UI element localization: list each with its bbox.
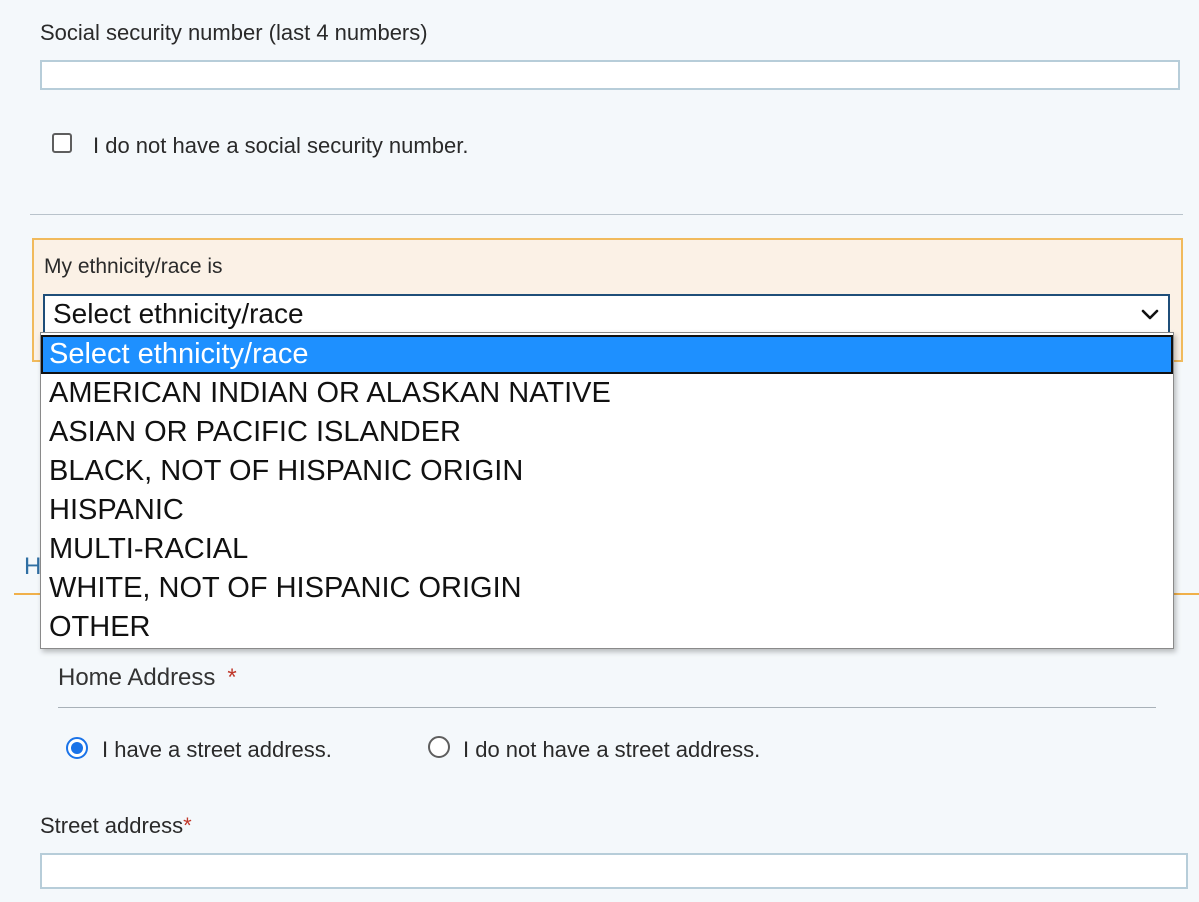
home-address-label: Home Address * — [58, 664, 237, 692]
dropdown-option[interactable]: BLACK, NOT OF HISPANIC ORIGIN — [41, 452, 1173, 491]
ethnicity-select-value: Select ethnicity/race — [53, 298, 304, 329]
dropdown-option[interactable]: ASIAN OR PACIFIC ISLANDER — [41, 413, 1173, 452]
required-marker: * — [183, 813, 192, 838]
ethnicity-select[interactable]: Select ethnicity/race — [43, 294, 1170, 334]
no-ssn-checkbox[interactable] — [52, 133, 72, 153]
dropdown-option[interactable]: AMERICAN INDIAN OR ALASKAN NATIVE — [41, 374, 1173, 413]
ssn-label: Social security number (last 4 numbers) — [40, 20, 428, 45]
dropdown-option[interactable]: WHITE, NOT OF HISPANIC ORIGIN — [41, 569, 1173, 608]
no-street-address-radio[interactable] — [428, 736, 450, 758]
required-marker: * — [227, 664, 237, 691]
street-address-input[interactable] — [40, 853, 1188, 889]
street-address-radio[interactable] — [66, 737, 88, 759]
ethnicity-dropdown-list: Select ethnicity/race AMERICAN INDIAN OR… — [40, 332, 1174, 649]
ethnicity-label: My ethnicity/race is — [44, 255, 223, 278]
no-ssn-label: I do not have a social security number. — [93, 133, 469, 158]
dropdown-option[interactable]: Select ethnicity/race — [41, 335, 1173, 374]
street-address-label-text: Street address — [40, 813, 184, 838]
section-divider — [30, 214, 1183, 215]
no-street-address-radio-label: I do not have a street address. — [463, 737, 761, 762]
street-address-label: Street address* — [40, 813, 192, 839]
dropdown-option[interactable]: OTHER — [41, 608, 1173, 647]
ssn-input[interactable] — [40, 60, 1180, 90]
home-address-label-text: Home Address — [58, 664, 216, 691]
dropdown-option[interactable]: MULTI-RACIAL — [41, 530, 1173, 569]
chevron-down-icon — [1141, 309, 1159, 320]
home-address-divider — [58, 707, 1156, 708]
street-address-radio-label: I have a street address. — [102, 737, 332, 762]
section-heading-partial: H — [24, 553, 42, 580]
dropdown-option[interactable]: HISPANIC — [41, 491, 1173, 530]
registration-form: Social security number (last 4 numbers) … — [0, 0, 1199, 902]
